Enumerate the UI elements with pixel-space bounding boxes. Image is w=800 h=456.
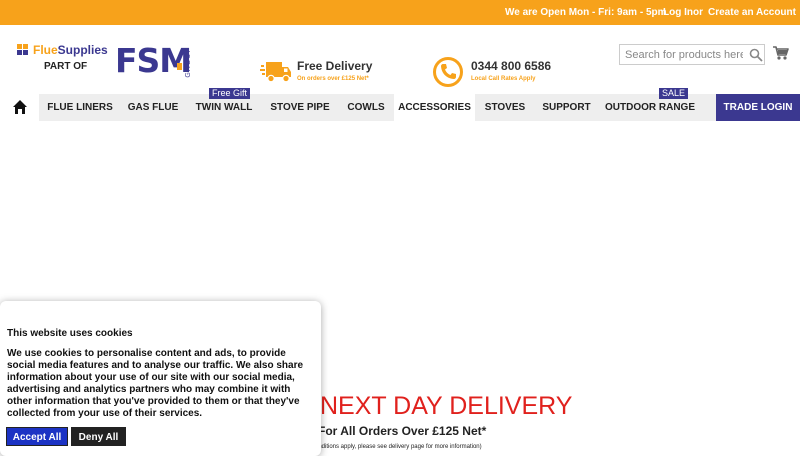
- part-of-text: PART OF: [44, 61, 88, 72]
- flue-supplies-wordmark: FlueSupplies: [33, 43, 108, 57]
- phone-subtitle: Local Call Rates Apply: [471, 76, 536, 82]
- create-account-link[interactable]: Create an Account: [708, 7, 796, 18]
- nav-item-cowls[interactable]: COWLS: [338, 94, 394, 121]
- login-link[interactable]: Log In: [663, 7, 693, 18]
- free-delivery-title: Free Delivery: [297, 59, 373, 73]
- hero-note: (conditions apply, please see delivery p…: [310, 444, 482, 450]
- fsm-group-text: GROUP: [185, 47, 192, 78]
- flue-supplies-logo-icon: [17, 44, 29, 56]
- fsm-logo: FSM: [115, 41, 192, 80]
- home-icon: [13, 100, 27, 114]
- free-gift-badge: Free Gift: [209, 88, 251, 99]
- phone-number[interactable]: 0344 800 6586: [471, 59, 551, 73]
- free-delivery-subtitle: On orders over £125 Net*: [297, 76, 369, 82]
- cart-icon[interactable]: [773, 45, 789, 61]
- home-button[interactable]: [0, 94, 39, 121]
- nav-item-stoves[interactable]: STOVES: [475, 94, 535, 121]
- sale-badge: SALE: [659, 88, 689, 99]
- cookie-title: This website uses cookies: [7, 328, 133, 339]
- nav-item-accessories[interactable]: ACCESSORIES: [394, 94, 475, 121]
- accept-all-button[interactable]: Accept All: [6, 427, 68, 446]
- nav-item-stove-pipe[interactable]: STOVE PIPE: [262, 94, 338, 121]
- delivery-truck-icon: [260, 62, 291, 83]
- search-box: [619, 44, 765, 65]
- nav-item-support[interactable]: SUPPORT: [535, 94, 598, 121]
- cookie-body: We use cookies to personalise content an…: [7, 348, 304, 419]
- search-icon[interactable]: [749, 48, 763, 62]
- deny-all-button[interactable]: Deny All: [71, 427, 126, 446]
- cookie-banner: This website uses cookies We use cookies…: [0, 301, 321, 456]
- hero-subtitle: For All Orders Over £125 Net*: [318, 424, 487, 438]
- phone-icon: [433, 57, 463, 87]
- trade-login-button[interactable]: TRADE LOGIN: [716, 94, 800, 121]
- fsm-logo-accent: [177, 63, 182, 70]
- search-input[interactable]: [625, 47, 743, 62]
- or-text: or: [693, 7, 703, 18]
- nav-item-flue-liners[interactable]: FLUE LINERS: [40, 94, 120, 121]
- opening-hours: We are Open Mon - Fri: 9am - 5pm: [505, 7, 667, 18]
- nav-item-gas-flue[interactable]: GAS FLUE: [120, 94, 186, 121]
- top-bar: We are Open Mon - Fri: 9am - 5pm Log In …: [0, 0, 800, 25]
- hero-title: NEXT DAY DELIVERY: [320, 392, 573, 420]
- logo[interactable]: FlueSupplies PART OF FSM GROUP: [17, 41, 197, 83]
